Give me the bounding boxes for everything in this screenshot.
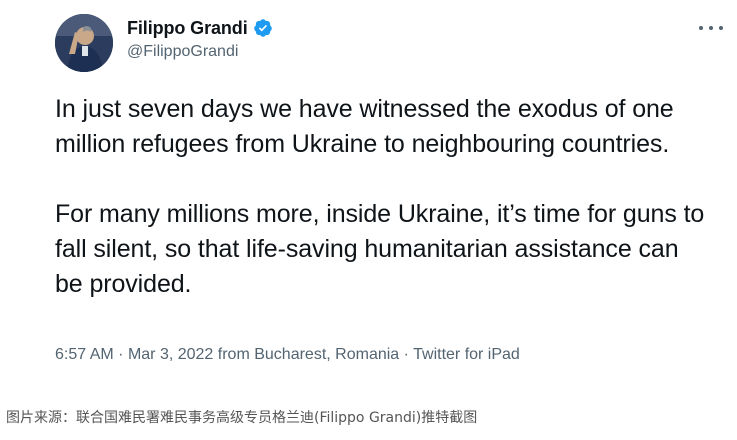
author-block: Filippo Grandi @FilippoGrandi: [127, 16, 273, 61]
tweet-time[interactable]: 6:57 AM: [55, 346, 114, 363]
tweet-paragraph: In just seven days we have witnessed the…: [55, 95, 674, 158]
tweet-source[interactable]: Twitter for iPad: [413, 346, 520, 363]
verified-badge-icon: [253, 18, 273, 38]
meta-separator: ·: [403, 346, 409, 363]
more-dot: [699, 26, 703, 30]
tweet-card: Filippo Grandi @FilippoGrandi In just se…: [0, 0, 737, 385]
tweet-meta: 6:57 AM · Mar 3, 2022 from Bucharest, Ro…: [55, 346, 520, 364]
author-handle[interactable]: @FilippoGrandi: [127, 43, 273, 61]
more-dot: [709, 26, 713, 30]
tweet-text: In just seven days we have witnessed the…: [55, 92, 705, 302]
meta-separator: ·: [118, 346, 124, 363]
more-dot: [719, 26, 723, 30]
tweet-paragraph: For many millions more, inside Ukraine, …: [55, 200, 705, 298]
more-options-icon[interactable]: [699, 18, 723, 38]
author-name[interactable]: Filippo Grandi: [127, 18, 248, 39]
name-row: Filippo Grandi: [127, 16, 273, 40]
image-caption: 图片来源：联合国难民署难民事务高级专员格兰迪(Filippo Grandi)推特…: [6, 410, 478, 426]
tweet-location: from Bucharest, Romania: [217, 346, 400, 363]
tweet-date[interactable]: Mar 3, 2022: [128, 346, 213, 363]
avatar[interactable]: [55, 14, 113, 72]
